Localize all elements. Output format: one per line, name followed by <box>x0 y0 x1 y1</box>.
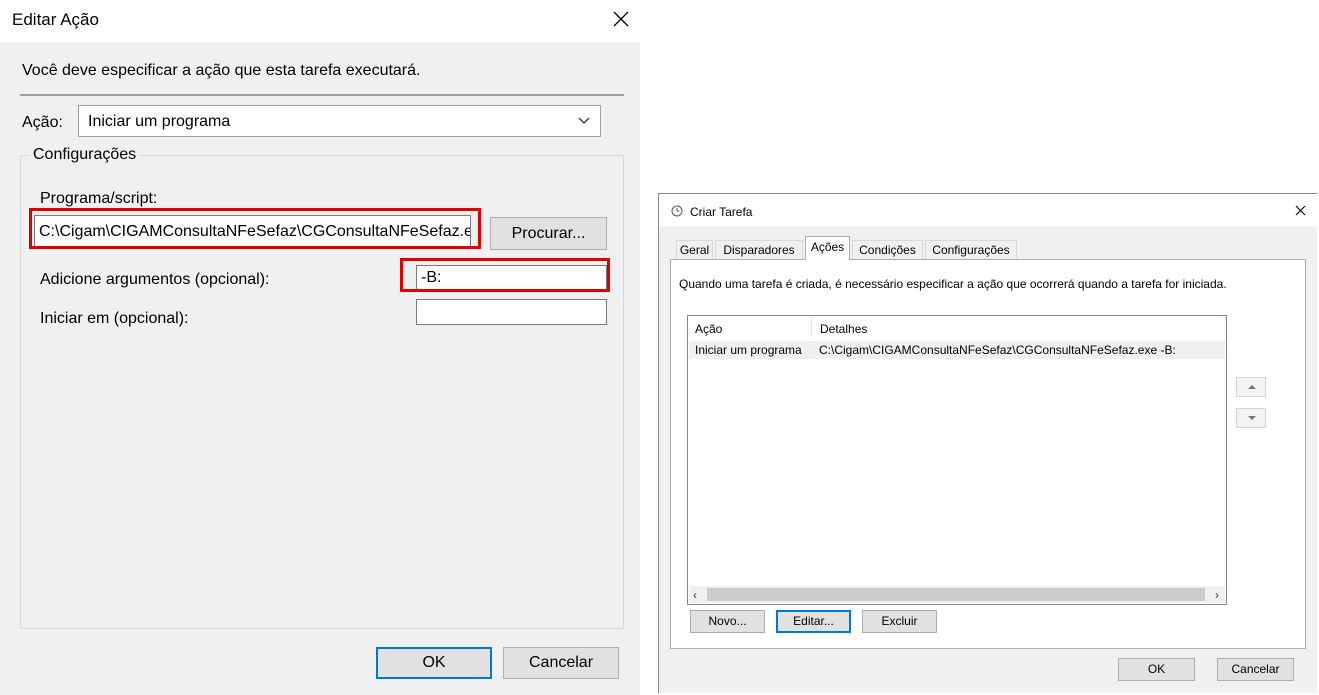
scroll-right-icon[interactable]: › <box>1215 588 1219 602</box>
column-divider[interactable] <box>811 317 812 337</box>
close-button[interactable] <box>1287 200 1313 222</box>
program-input[interactable]: C:\Cigam\CIGAMConsultaNFeSefaz\CGConsult… <box>34 215 471 247</box>
ok-button[interactable]: OK <box>1118 658 1195 681</box>
browse-button[interactable]: Procurar... <box>490 217 607 250</box>
edit-action-dialog: Editar Ação Você deve especificar a ação… <box>0 0 640 695</box>
tab-actions[interactable]: Ações <box>805 236 850 260</box>
start-in-label: Iniciar em (opcional): <box>40 310 189 327</box>
list-item-details: C:\Cigam\CIGAMConsultaNFeSefaz\CGConsult… <box>819 343 1176 357</box>
move-up-button[interactable] <box>1236 377 1266 397</box>
tab-general[interactable]: Geral <box>676 240 713 259</box>
separator <box>20 94 624 96</box>
dialog-title: Editar Ação <box>12 10 99 29</box>
column-header-action[interactable]: Ação <box>695 322 722 336</box>
instruction-text: Você deve especificar a ação que esta ta… <box>22 62 421 79</box>
action-select-value: Iniciar um programa <box>88 113 231 130</box>
settings-group-label: Configurações <box>30 146 140 164</box>
edit-action-button[interactable]: Editar... <box>776 610 851 633</box>
start-in-input[interactable] <box>416 299 607 325</box>
delete-action-button[interactable]: Excluir <box>862 610 937 633</box>
arguments-input[interactable]: -B: <box>416 265 607 291</box>
arrow-up-icon <box>1248 385 1256 389</box>
tab-triggers[interactable]: Disparadores <box>715 240 803 259</box>
scroll-left-icon[interactable]: ‹ <box>693 588 697 602</box>
cancel-button[interactable]: Cancelar <box>503 647 619 679</box>
clock-icon <box>671 205 683 217</box>
move-down-button[interactable] <box>1236 408 1266 428</box>
tab-conditions[interactable]: Condições <box>852 240 923 259</box>
arrow-down-icon <box>1248 416 1256 420</box>
new-action-button[interactable]: Novo... <box>690 610 765 633</box>
program-label: Programa/script: <box>40 190 158 207</box>
actions-list[interactable]: Ação Detalhes Iniciar um programa C:\Cig… <box>687 315 1227 605</box>
close-icon <box>1295 205 1306 216</box>
ok-button[interactable]: OK <box>376 647 492 679</box>
list-item[interactable]: Iniciar um programa C:\Cigam\CIGAMConsul… <box>689 341 1225 359</box>
dialog-title: Criar Tarefa <box>690 205 753 219</box>
edit-action-titlebar: Editar Ação <box>0 0 640 42</box>
create-task-titlebar: Criar Tarefa <box>659 194 1317 226</box>
arguments-label: Adicione argumentos (opcional): <box>40 271 270 288</box>
close-icon <box>613 11 629 27</box>
scrollbar-thumb[interactable] <box>707 588 1205 601</box>
cancel-button[interactable]: Cancelar <box>1217 658 1294 681</box>
list-item-action: Iniciar um programa <box>695 343 802 357</box>
column-header-details[interactable]: Detalhes <box>820 322 867 336</box>
close-button[interactable] <box>604 3 638 37</box>
arguments-input-value: -B: <box>421 269 442 286</box>
horizontal-scrollbar[interactable]: ‹ › <box>689 586 1225 603</box>
chevron-down-icon <box>578 117 590 124</box>
program-input-value: C:\Cigam\CIGAMConsultaNFeSefaz\CGConsult… <box>39 223 471 240</box>
create-task-dialog: Criar Tarefa Geral Disparadores Ações Co… <box>658 193 1317 693</box>
tab-settings[interactable]: Configurações <box>925 240 1017 259</box>
action-select[interactable]: Iniciar um programa <box>78 105 601 137</box>
action-label: Ação: <box>22 114 63 131</box>
instruction-text: Quando uma tarefa é criada, é necessário… <box>679 277 1227 291</box>
